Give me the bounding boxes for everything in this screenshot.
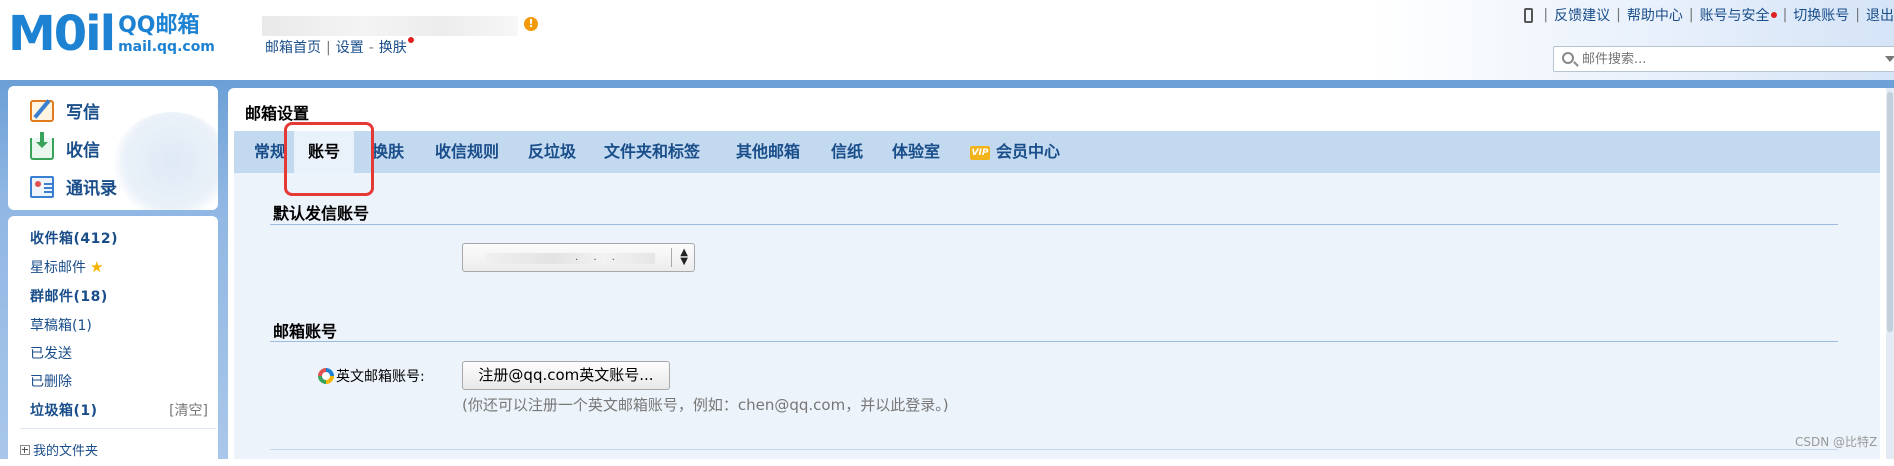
my-folders-label: 我的文件夹 [33,444,99,459]
contacts-button[interactable]: 通讯录 [30,174,117,199]
tab-anti-spam[interactable]: 反垃圾 [528,131,576,173]
english-account-label: 英文邮箱账号: [336,369,425,385]
notification-dot [1770,12,1777,18]
star-icon: ★ [90,258,104,276]
separator: | [1688,7,1694,23]
folder-spam[interactable]: 垃圾箱(1) [30,400,98,420]
contacts-label: 通讯录 [66,179,117,199]
divider [20,428,216,429]
account-security-link[interactable]: 账号与安全 [1700,5,1770,25]
help-center-link[interactable]: 帮助中心 [1627,5,1683,25]
separator: | [1543,7,1549,23]
user-name-redacted [262,16,518,36]
folder-starred-label: 星标邮件 [30,260,86,276]
receive-label: 收信 [66,141,100,161]
qqmail-logo[interactable]: M0il QQ邮箱 mail.qq.com [8,10,215,58]
register-english-account-button[interactable]: 注册@qq.com英文账号... [462,361,670,390]
search-icon [1562,52,1574,64]
contacts-icon [30,175,54,198]
separator: | [326,40,331,56]
qqmail-icon [318,368,334,384]
clear-spam-link[interactable]: [清空] [169,400,208,420]
mail-home-link[interactable]: 邮箱首页 [265,40,321,56]
scrollbar-thumb[interactable] [1887,92,1893,332]
section-divider [270,224,1838,225]
user-links: 邮箱首页 | 设置 - 换肤 [265,37,414,57]
mail-search-box[interactable] [1553,46,1894,72]
folder-drafts[interactable]: 草稿箱(1) [30,315,92,335]
mail-search-input[interactable] [1580,49,1870,69]
updown-arrow-icon: ▲ ▼ [680,247,688,267]
logo-mark: M0il [8,6,116,62]
separator: | [1616,7,1621,23]
section-divider [270,449,1838,450]
logo-title: QQ邮箱 [118,13,200,38]
settings-tabbar: 常规 账号 换肤 收信规则 反垃圾 文件夹和标签 其他邮箱 信纸 体验室 VIP… [234,131,1880,173]
feedback-link[interactable]: 反馈建议 [1554,5,1610,25]
vip-icon: VIP [970,145,990,160]
redacted-account [485,253,655,264]
compose-button[interactable]: 写信 [30,98,100,123]
logout-link[interactable]: 退出 [1866,5,1894,25]
select-separator [671,248,672,267]
folder-deleted[interactable]: 已删除 [30,371,72,391]
skin-link[interactable]: 换肤 [379,40,407,56]
chevron-down-icon[interactable] [1885,56,1894,62]
tab-lab[interactable]: 体验室 [892,131,940,173]
tab-receive-rules[interactable]: 收信规则 [435,131,499,173]
tab-stationery[interactable]: 信纸 [831,131,863,173]
phone-icon[interactable] [1524,7,1534,23]
logo-url: mail.qq.com [118,39,215,55]
tab-folders-labels[interactable]: 文件夹和标签 [604,131,700,173]
quick-actions-panel: 写信 收信 通讯录 [8,86,218,210]
logo-text: QQ邮箱 mail.qq.com [118,13,215,55]
settings-link[interactable]: 设置 [336,40,364,56]
select-value: . . . [575,252,621,263]
expand-icon [20,444,30,455]
default-sender-title: 默认发信账号 [273,204,370,223]
csdn-watermark: CSDN @比特Z [1795,435,1878,449]
english-account-hint: (你还可以注册一个英文邮箱账号，例如：chen@qq.com，并以此登录。) [462,396,949,414]
warning-icon[interactable]: ! [524,17,538,31]
tab-skin[interactable]: 换肤 [372,131,404,173]
separator: - [368,40,374,56]
default-sender-select[interactable]: . . . ▲ ▼ [462,243,695,272]
separator: | [1855,7,1860,23]
tab-member-center-label: 会员中心 [996,142,1061,161]
separator: | [1782,7,1788,23]
english-account-label-row: 英文邮箱账号: [318,366,425,386]
folder-panel: 收件箱(412) 星标邮件 ★ 群邮件(18) 草稿箱(1) 已发送 已删除 垃圾… [8,216,218,466]
notification-dot [407,37,414,43]
folder-inbox[interactable]: 收件箱(412) [30,228,118,248]
penguin-watermark [112,112,218,210]
switch-account-link[interactable]: 切换账号 [1793,5,1849,25]
my-folders-toggle[interactable]: 我的文件夹 [20,440,98,459]
section-divider [270,341,1838,342]
account-settings-content [234,173,1880,459]
receive-button[interactable]: 收信 [30,131,100,161]
top-links: | 反馈建议 | 帮助中心 | 账号与安全 | 切换账号 | 退出 [1524,5,1894,25]
folder-group[interactable]: 群邮件(18) [30,286,108,306]
page-title: 邮箱设置 [245,104,310,123]
receive-icon [30,131,54,160]
tab-other-mailbox[interactable]: 其他邮箱 [736,131,800,173]
compose-label: 写信 [66,103,100,123]
tab-general[interactable]: 常规 [254,131,286,173]
folder-starred[interactable]: 星标邮件 ★ [30,257,103,277]
compose-icon [30,99,54,122]
folder-sent[interactable]: 已发送 [30,343,72,363]
tab-member-center[interactable]: VIP 会员中心 [970,131,1060,173]
active-tab-highlight [284,122,374,196]
mailbox-account-title: 邮箱账号 [273,322,338,341]
